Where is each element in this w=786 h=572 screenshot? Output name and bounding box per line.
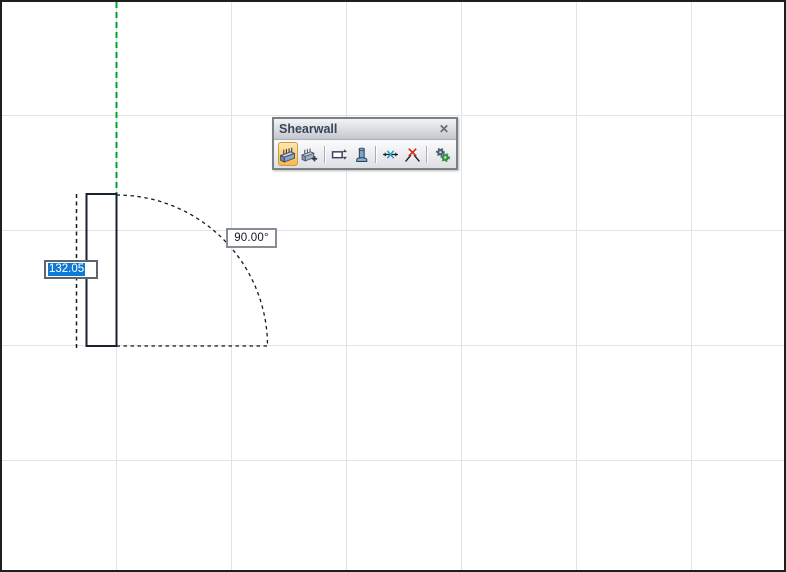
drawing-canvas[interactable]: 90.00° 132.05 Shearwall ✕ bbox=[0, 0, 786, 572]
close-icon[interactable]: ✕ bbox=[437, 122, 451, 136]
canvas-border bbox=[0, 0, 786, 572]
wall-opening-button[interactable] bbox=[329, 142, 350, 166]
shearwall-toolbar: Shearwall ✕ bbox=[272, 117, 458, 170]
delete-wall-icon bbox=[405, 147, 420, 162]
draw-shearwall-button[interactable] bbox=[277, 142, 299, 166]
snap-intersection-icon bbox=[383, 149, 399, 159]
toolbar-title: Shearwall bbox=[279, 122, 338, 136]
angle-label: 90.00° bbox=[226, 228, 277, 248]
toolbar-separator bbox=[323, 145, 325, 163]
toolbar-separator bbox=[374, 145, 376, 163]
grid-lines bbox=[0, 0, 786, 572]
snap-intersection-button[interactable] bbox=[380, 142, 401, 166]
settings-gears-icon bbox=[435, 147, 450, 162]
settings-button[interactable] bbox=[432, 142, 453, 166]
toolbar-buttons bbox=[274, 140, 456, 168]
length-input[interactable]: 132.05 bbox=[44, 260, 98, 279]
wall-opening-icon bbox=[331, 148, 347, 160]
draw-shearwall-icon bbox=[279, 147, 296, 163]
add-shearwall-icon bbox=[301, 147, 318, 162]
angle-arc bbox=[116, 194, 269, 347]
add-shearwall-button[interactable] bbox=[299, 142, 320, 166]
toolbar-titlebar[interactable]: Shearwall ✕ bbox=[274, 119, 456, 140]
toolbar-separator bbox=[426, 145, 428, 163]
pedestal-button[interactable] bbox=[351, 142, 372, 166]
delete-wall-button[interactable] bbox=[402, 142, 423, 166]
angle-value: 90.00° bbox=[234, 232, 269, 244]
pedestal-icon bbox=[355, 147, 367, 162]
length-selected-text: 132.05 bbox=[48, 263, 86, 276]
drawing-layer bbox=[0, 0, 786, 572]
